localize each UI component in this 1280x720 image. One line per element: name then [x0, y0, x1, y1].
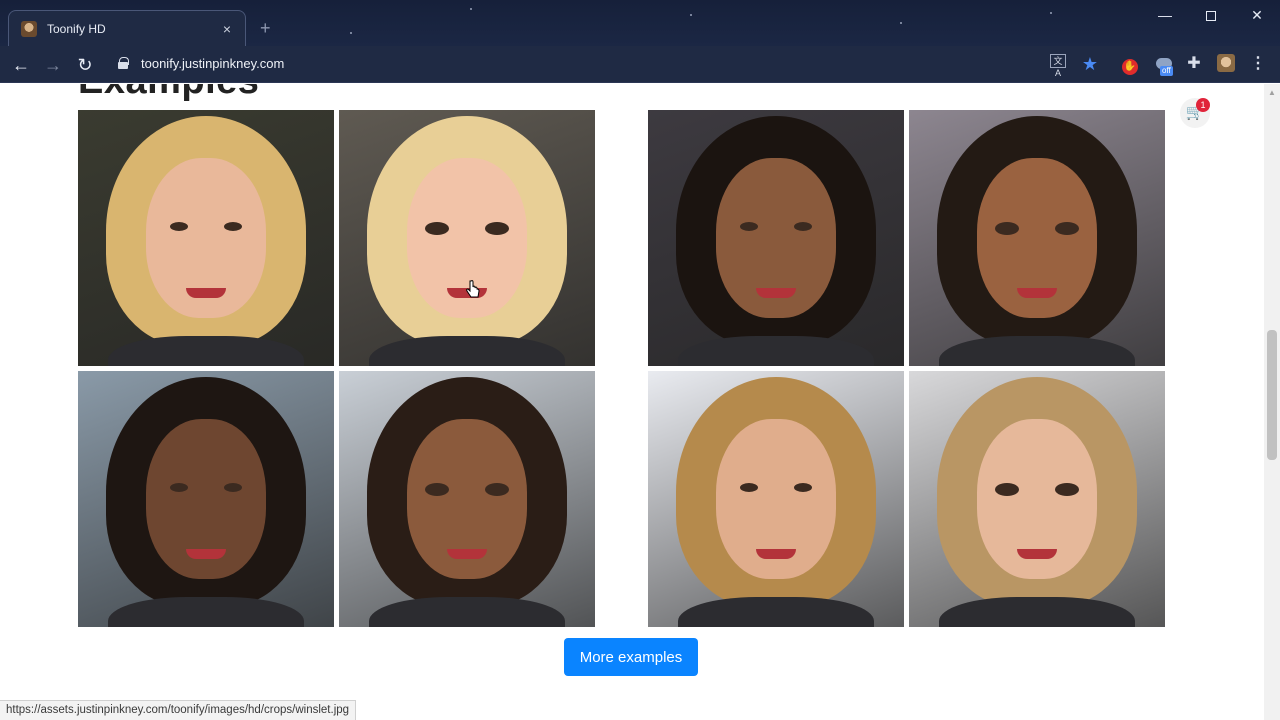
extensions-puzzle-icon[interactable]: ✚ — [1184, 54, 1204, 74]
profile-avatar[interactable] — [1216, 54, 1236, 74]
close-window-button[interactable]: ✕ — [1234, 4, 1280, 26]
left-eye — [425, 222, 449, 235]
favicon-icon — [21, 20, 37, 37]
page-scrollbar[interactable]: ▲ — [1264, 84, 1280, 720]
winslet-photo[interactable] — [78, 110, 334, 366]
scrollbar-thumb[interactable] — [1267, 330, 1277, 460]
lock-icon[interactable] — [118, 57, 129, 69]
right-eye — [485, 483, 509, 496]
maximize-icon — [1206, 11, 1216, 22]
cart-count-badge: 1 — [1196, 98, 1210, 112]
translate-icon[interactable]: 文A — [1048, 54, 1068, 78]
more-examples-button[interactable]: More examples — [564, 638, 698, 676]
shoulders — [108, 597, 304, 627]
background-star — [1050, 12, 1052, 14]
mouth — [1017, 288, 1057, 298]
status-bar-url: https://assets.justinpinkney.com/toonify… — [0, 700, 357, 720]
avatar-icon — [1217, 54, 1235, 72]
background-star — [690, 14, 692, 16]
left-eye — [995, 483, 1019, 496]
browser-titlebar: Toonify HD × + — ✕ — [0, 0, 1280, 46]
gosling-photo[interactable] — [648, 371, 904, 627]
left-eye — [740, 483, 758, 492]
off-badge: off — [1160, 66, 1173, 76]
mouth — [447, 549, 487, 559]
gosling-toon[interactable] — [909, 371, 1165, 627]
translate-glyph: 文A — [1050, 54, 1066, 78]
reload-icon[interactable]: ↻ — [74, 54, 96, 76]
tab-close-icon[interactable]: × — [219, 21, 235, 37]
right-eye — [794, 222, 812, 231]
background-star — [900, 22, 902, 24]
mouth — [756, 549, 796, 559]
background-star — [350, 32, 352, 34]
blocker-extension-icon[interactable]: ✋ — [1120, 54, 1140, 75]
left-eye — [995, 222, 1019, 235]
shoulders — [939, 336, 1135, 366]
left-eye — [170, 222, 188, 231]
mouth — [756, 288, 796, 298]
smith-photo[interactable] — [648, 110, 904, 366]
mouth — [186, 549, 226, 559]
left-eye — [170, 483, 188, 492]
shoulders — [678, 336, 874, 366]
saldana-toon[interactable] — [339, 371, 595, 627]
shoulders — [369, 597, 565, 627]
address-bar[interactable]: toonify.justinpinkney.com — [141, 56, 284, 71]
mouth — [1017, 549, 1057, 559]
right-eye — [1055, 483, 1079, 496]
left-eye — [740, 222, 758, 231]
forward-arrow-icon[interactable]: → — [42, 54, 64, 76]
winslet-toon[interactable] — [339, 110, 595, 366]
minimize-button[interactable]: — — [1142, 4, 1188, 26]
saldana-photo[interactable] — [78, 371, 334, 627]
left-eye — [425, 483, 449, 496]
tab-title: Toonify HD — [47, 21, 106, 36]
shoulders — [939, 597, 1135, 627]
shoulders — [108, 336, 304, 366]
mouth — [186, 288, 226, 298]
right-eye — [794, 483, 812, 492]
shoulders — [678, 597, 874, 627]
maximize-button[interactable] — [1188, 4, 1234, 26]
browser-tab[interactable]: Toonify HD × — [8, 10, 246, 46]
section-heading: Examples — [78, 84, 259, 103]
new-tab-icon[interactable]: + — [260, 18, 271, 38]
right-eye — [1055, 222, 1079, 235]
browser-toolbar: ← → ↻ toonify.justinpinkney.com 文A ★ ✋ o… — [0, 46, 1280, 83]
back-arrow-icon[interactable]: ← — [10, 54, 32, 76]
hand-cursor-icon — [466, 280, 480, 298]
cloud-extension-icon[interactable]: off — [1154, 54, 1174, 76]
bookmark-star-icon[interactable]: ★ — [1080, 54, 1100, 74]
scroll-up-icon[interactable]: ▲ — [1268, 88, 1276, 97]
smith-toon[interactable] — [909, 110, 1165, 366]
blocker-glyph: ✋ — [1122, 59, 1138, 75]
right-eye — [224, 222, 242, 231]
right-eye — [224, 483, 242, 492]
background-star — [470, 8, 472, 10]
shoulders — [369, 336, 565, 366]
browser-menu-icon[interactable]: ⋮ — [1248, 54, 1268, 74]
right-eye — [485, 222, 509, 235]
page-content: Examples 🛒 1 — [0, 84, 1264, 720]
